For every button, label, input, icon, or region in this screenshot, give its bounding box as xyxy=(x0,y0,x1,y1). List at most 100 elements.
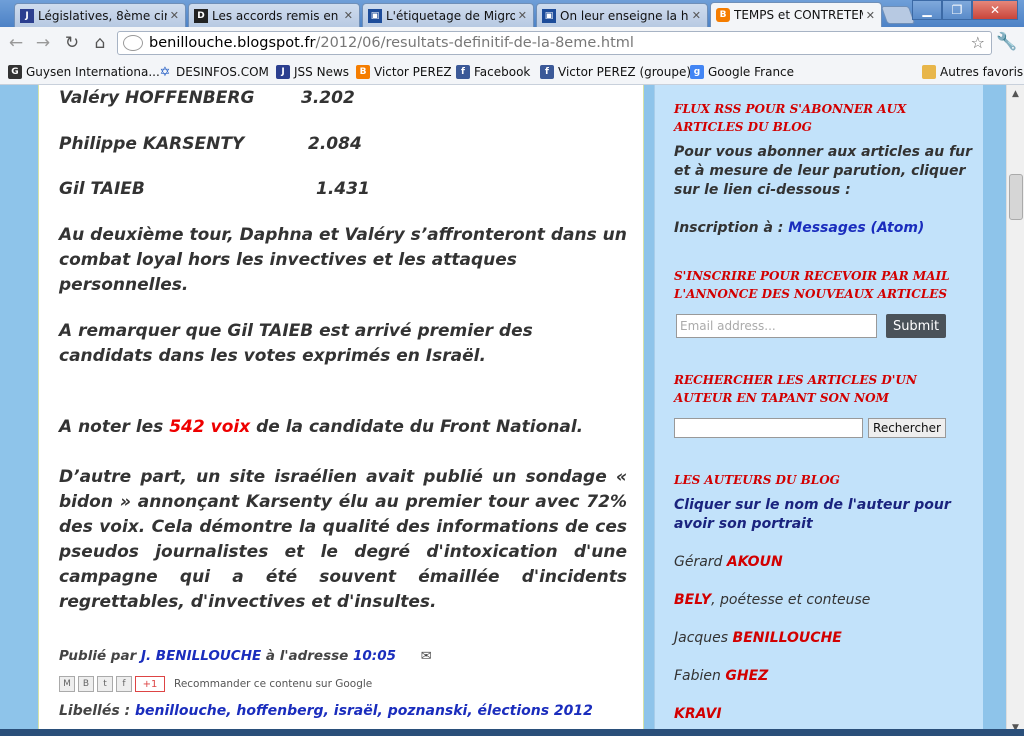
d-letter-icon: D xyxy=(194,8,208,23)
author-first: Fabien xyxy=(674,668,726,684)
rss-text: Pour vous abonner aux articles au fur et… xyxy=(674,144,973,198)
tab-title: Législatives, 8ème circo xyxy=(38,8,167,23)
bookmark-facebook[interactable]: f Facebook xyxy=(456,63,530,81)
author-link[interactable]: J. BENILLOUCHE xyxy=(141,648,261,664)
published-prefix: Publié par xyxy=(59,648,141,664)
bookmark-star-icon[interactable]: ☆ xyxy=(971,33,985,52)
post-paragraph: A noter les 542 voix de la candidate du … xyxy=(59,415,627,440)
author-item[interactable]: Gérard AKOUN xyxy=(674,554,974,570)
gmail-share-icon[interactable]: M xyxy=(59,676,75,692)
candidate-name: Philippe KARSENTY xyxy=(59,134,245,154)
result-row: Valéry HOFFENBERG 3.202 xyxy=(59,86,627,111)
bookmark-jss-news[interactable]: J JSS News xyxy=(276,63,349,81)
time-link[interactable]: 10:05 xyxy=(353,648,396,664)
scroll-up-icon[interactable]: ▲ xyxy=(1007,85,1024,102)
tab-5-active[interactable]: B TEMPS et CONTRETEMI ✕ xyxy=(710,2,882,27)
twitter-share-icon[interactable]: t xyxy=(97,676,113,692)
author-last[interactable]: KRAVI xyxy=(674,706,722,722)
bookmark-other-favorites[interactable]: Autres favoris xyxy=(922,63,1023,81)
vertical-scrollbar[interactable]: ▲ ▼ xyxy=(1006,85,1024,736)
share-bar: M B t f +1 Recommander ce contenu sur Go… xyxy=(59,675,372,693)
tab-title: L'étiquetage de Migros xyxy=(386,8,515,23)
restore-icon[interactable]: ❐ xyxy=(942,0,972,20)
authors-section-title: LES AUTEURS DU BLOG xyxy=(674,473,840,487)
bookmark-desinfos[interactable]: ✡ DESINFOS.COM xyxy=(158,63,269,81)
new-tab-button[interactable] xyxy=(880,6,916,24)
atom-feed-link[interactable]: Messages (Atom) xyxy=(788,220,924,236)
close-window-icon[interactable]: ✕ xyxy=(972,0,1018,20)
author-item[interactable]: BELY, poétesse et conteuse xyxy=(674,592,974,608)
tab-4[interactable]: ▣ On leur enseigne la hair ✕ xyxy=(536,3,708,27)
author-item[interactable]: Jacques BENILLOUCHE xyxy=(674,630,974,646)
close-icon[interactable]: ✕ xyxy=(866,9,875,22)
labels-links[interactable]: benillouche, hoffenberg, israël, poznans… xyxy=(135,703,593,719)
minimize-icon[interactable]: ▁ xyxy=(912,0,942,20)
search-button[interactable]: Rechercher xyxy=(868,418,946,438)
author-last[interactable]: GHEZ xyxy=(725,668,768,684)
post-paragraph: D’autre part, un site israélien avait pu… xyxy=(59,467,627,612)
candidate-name: Gil TAIEB xyxy=(59,179,145,199)
site-favicon-icon: ▣ xyxy=(368,8,382,23)
bookmark-google-france[interactable]: g Google France xyxy=(690,63,794,81)
forward-arrow-icon[interactable]: → xyxy=(31,32,55,54)
address-bar[interactable]: benillouche.blogspot.fr/2012/06/resultat… xyxy=(117,31,992,55)
google-icon: g xyxy=(690,65,704,79)
candidate-votes: 3.202 xyxy=(301,88,355,108)
email-field[interactable]: Email address... xyxy=(676,314,877,338)
close-icon[interactable]: ✕ xyxy=(518,9,527,22)
web-page: Valéry HOFFENBERG 3.202 Philippe KARSENT… xyxy=(0,85,1024,736)
blogger-share-icon[interactable]: B xyxy=(78,676,94,692)
facebook-share-icon[interactable]: f xyxy=(116,676,132,692)
wrench-icon[interactable]: 🔧 xyxy=(996,32,1017,52)
browser-toolbar: ← → ↻ ⌂ benillouche.blogspot.fr/2012/06/… xyxy=(0,27,1024,61)
main-content: Valéry HOFFENBERG 3.202 Philippe KARSENT… xyxy=(38,85,644,736)
tab-1[interactable]: J Législatives, 8ème circo ✕ xyxy=(14,3,186,27)
os-taskbar xyxy=(0,729,1024,736)
bookmark-guysen[interactable]: G Guysen Internationa... xyxy=(8,63,160,81)
result-row: Gil TAIEB 1.431 xyxy=(59,177,627,202)
close-icon[interactable]: ✕ xyxy=(344,9,353,22)
bookmark-victor-perez[interactable]: B Victor PEREZ xyxy=(356,63,452,81)
bookmark-label: Guysen Internationa... xyxy=(26,65,160,79)
tab-2[interactable]: D Les accords remis en ca ✕ xyxy=(188,3,360,27)
bookmark-label: Facebook xyxy=(474,65,531,79)
submit-button[interactable]: Submit xyxy=(886,314,946,338)
facebook-icon: f xyxy=(456,65,470,79)
recommend-text: Recommander ce contenu sur Google xyxy=(174,678,373,690)
home-icon[interactable]: ⌂ xyxy=(88,32,112,54)
close-icon[interactable]: ✕ xyxy=(692,9,701,22)
folder-icon xyxy=(922,65,936,79)
google-plus-one-button[interactable]: +1 xyxy=(135,676,165,692)
g-letter-icon: G xyxy=(8,65,22,79)
author-item[interactable]: Fabien GHEZ xyxy=(674,668,974,684)
scrollbar-thumb[interactable] xyxy=(1009,174,1023,220)
page-icon xyxy=(123,35,143,51)
bookmark-label: Victor PEREZ xyxy=(374,65,452,79)
blogger-icon: B xyxy=(356,65,370,79)
bookmark-label: Victor PEREZ (groupe) xyxy=(558,65,692,79)
back-arrow-icon[interactable]: ← xyxy=(4,32,28,54)
tab-3[interactable]: ▣ L'étiquetage de Migros ✕ xyxy=(362,3,534,27)
facebook-icon: f xyxy=(540,65,554,79)
author-last[interactable]: AKOUN xyxy=(727,554,783,570)
post-paragraph: A remarquer que Gil TAIEB est arrivé pre… xyxy=(59,321,533,366)
close-icon[interactable]: ✕ xyxy=(170,9,179,22)
bookmark-victor-perez-groupe[interactable]: f Victor PEREZ (groupe) xyxy=(540,63,691,81)
jss-news-icon: J xyxy=(276,65,290,79)
bookmark-label: JSS News xyxy=(294,65,350,79)
result-row: Philippe KARSENTY 2.084 xyxy=(59,132,627,157)
labels-prefix: Libellés : xyxy=(59,703,136,719)
reload-icon[interactable]: ↻ xyxy=(60,32,84,54)
inscription-label: Inscription à : xyxy=(674,220,789,236)
author-item[interactable]: KRAVI xyxy=(674,706,974,722)
highlight-votes: 542 voix xyxy=(169,417,251,437)
paragraph-text: A noter les xyxy=(59,417,170,437)
author-last[interactable]: BELY xyxy=(674,592,711,608)
author-last[interactable]: BENILLOUCHE xyxy=(733,630,842,646)
bookmarks-bar: G Guysen Internationa... ✡ DESINFOS.COM … xyxy=(0,60,1024,85)
email-post-icon[interactable]: ✉ xyxy=(421,649,432,664)
search-input[interactable] xyxy=(674,418,863,438)
candidate-votes: 2.084 xyxy=(308,134,362,154)
at-address-text: à l'adresse xyxy=(261,648,354,664)
url-host: benillouche.blogspot.fr xyxy=(149,35,316,51)
